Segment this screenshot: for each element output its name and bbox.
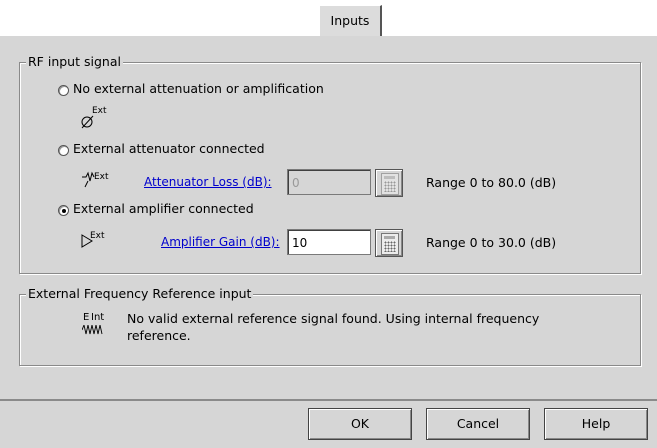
- freq-reference-legend: External Frequency Reference input: [26, 286, 254, 302]
- attenuator-loss-link[interactable]: Attenuator Loss (dB):: [144, 174, 272, 190]
- amplifier-icon: Ext: [80, 229, 120, 251]
- freq-reference-message: No valid external reference signal found…: [127, 311, 540, 343]
- attenuator-icon: Ext: [80, 169, 120, 191]
- no-external-label[interactable]: No external attenuation or amplification: [73, 81, 324, 97]
- ok-button[interactable]: OK: [308, 408, 412, 440]
- amplifier-label[interactable]: External amplifier connected: [73, 201, 254, 217]
- rf-input-group: RF input signal No external attenuation …: [19, 54, 641, 274]
- cancel-button[interactable]: Cancel: [426, 408, 530, 440]
- no-external-radio[interactable]: [58, 85, 69, 96]
- amplifier-gain-input[interactable]: 10: [287, 229, 371, 255]
- no-ext-icon: Ext: [80, 106, 120, 132]
- help-button[interactable]: Help: [544, 408, 648, 440]
- attenuator-range: Range 0 to 80.0 (dB): [426, 175, 557, 190]
- freq-reference-group: External Frequency Reference input E Int…: [19, 286, 641, 366]
- rf-input-legend: RF input signal: [26, 54, 123, 70]
- ext-int-waveform-icon: E Int: [82, 313, 122, 341]
- amplifier-radio[interactable]: [58, 205, 69, 216]
- amplifier-gain-link[interactable]: Amplifier Gain (dB):: [161, 234, 280, 250]
- attenuator-radio[interactable]: [58, 145, 69, 156]
- amplifier-range: Range 0 to 30.0 (dB): [426, 235, 557, 250]
- tab-inputs[interactable]: Inputs: [319, 5, 382, 36]
- inputs-panel: RF input signal No external attenuation …: [0, 35, 657, 400]
- amplifier-calculator-button[interactable]: [375, 229, 403, 257]
- attenuator-calculator-button[interactable]: [375, 169, 403, 197]
- attenuator-label[interactable]: External attenuator connected: [73, 141, 265, 157]
- attenuator-loss-input[interactable]: 0: [287, 169, 371, 195]
